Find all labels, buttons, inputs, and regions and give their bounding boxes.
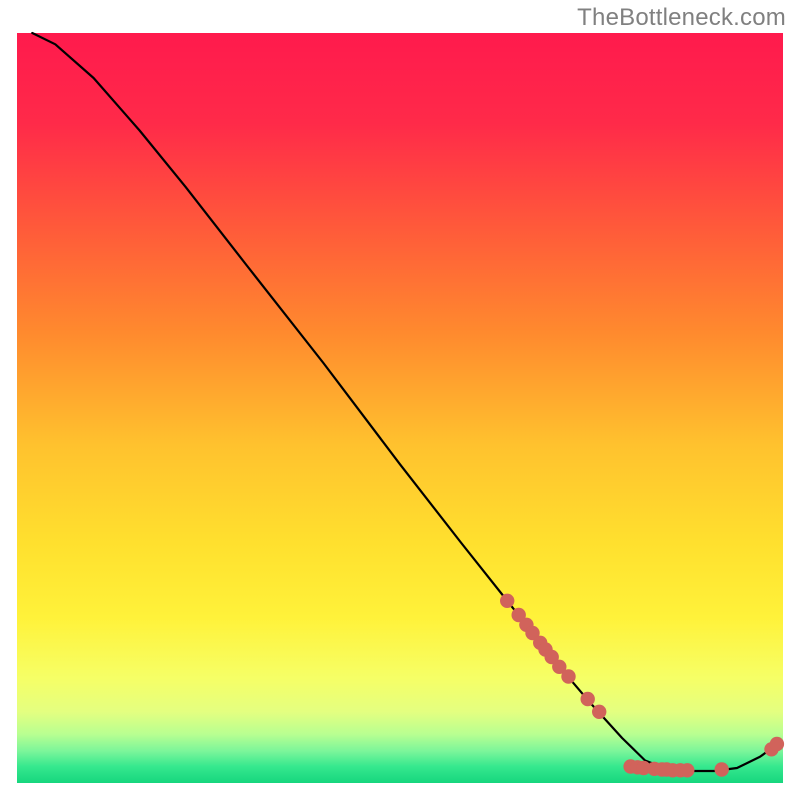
bottleneck-chart	[0, 0, 800, 800]
data-marker	[581, 692, 595, 706]
gradient-panel	[17, 33, 783, 783]
data-marker	[500, 594, 514, 608]
data-marker	[680, 763, 694, 777]
data-marker	[561, 669, 575, 683]
data-marker	[592, 705, 606, 719]
watermark-text: TheBottleneck.com	[577, 4, 786, 32]
data-marker	[770, 737, 784, 751]
data-marker	[715, 762, 729, 776]
chart-stage: TheBottleneck.com	[0, 0, 800, 800]
